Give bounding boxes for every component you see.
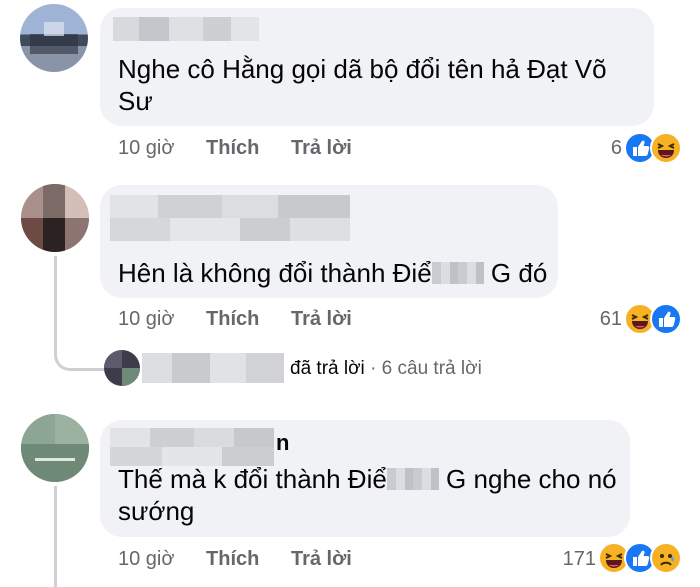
avatar-image — [21, 414, 89, 482]
reply-link[interactable]: Trả lời — [291, 308, 352, 330]
commenter-name-redacted[interactable] — [113, 17, 259, 41]
reaction-count[interactable]: 61 — [570, 308, 622, 331]
avatar[interactable] — [20, 4, 88, 72]
separator: · — [370, 358, 377, 379]
comment-meta: 10 giờ Thích Trả lời — [118, 137, 352, 160]
redacted-word — [431, 262, 484, 284]
replies-count[interactable]: 6 câu trả lời — [382, 358, 482, 379]
replier-name-redacted[interactable] — [142, 353, 284, 383]
replies-summary[interactable]: đã trả lời · 6 câu trả lời — [290, 358, 482, 380]
commenter-name-redacted[interactable] — [110, 428, 274, 466]
comment-text-part: Thế mà k đổi thành Điể — [118, 464, 387, 494]
comment-text-part: G đó — [490, 258, 548, 288]
like-link[interactable]: Thích — [206, 137, 259, 159]
comment-text: Hên là không đổi thành Điể G đó — [118, 257, 558, 289]
reaction-count[interactable]: 171 — [540, 548, 596, 571]
comment-meta: 10 giờ Thích Trả lời — [118, 548, 352, 571]
like-icon[interactable] — [650, 303, 682, 335]
comment-meta: 10 giờ Thích Trả lời — [118, 308, 352, 331]
redacted-word — [386, 468, 439, 490]
haha-icon[interactable] — [650, 132, 682, 164]
comment-time[interactable]: 10 giờ — [118, 137, 174, 159]
sad-icon[interactable] — [650, 542, 682, 574]
commenter-name-suffix[interactable]: n — [276, 430, 289, 456]
reply-link[interactable]: Trả lời — [291, 548, 352, 570]
avatar-image — [104, 350, 140, 386]
commenter-name-redacted[interactable] — [110, 195, 350, 241]
like-link[interactable]: Thích — [206, 308, 259, 330]
comment-text-part: Hên là không đổi thành Điể — [118, 258, 432, 288]
avatar-image — [21, 184, 89, 252]
comment-text: Nghe cô Hằng gọi dã bộ đổi tên hả Đạt Võ… — [118, 54, 607, 116]
comment-text: Thế mà k đổi thành Điể G nghe cho nó sướ… — [118, 463, 623, 527]
like-link[interactable]: Thích — [206, 548, 259, 570]
reaction-count[interactable]: 6 — [570, 137, 622, 160]
avatar[interactable] — [21, 184, 89, 252]
comment-time[interactable]: 10 giờ — [118, 548, 174, 570]
reply-avatar[interactable] — [104, 350, 140, 386]
avatar[interactable] — [21, 414, 89, 482]
avatar-image — [30, 22, 78, 54]
replied-text: đã trả lời — [290, 358, 365, 379]
reply-link[interactable]: Trả lời — [291, 137, 352, 159]
comment-time[interactable]: 10 giờ — [118, 308, 174, 330]
reply-thread-line — [54, 486, 57, 587]
